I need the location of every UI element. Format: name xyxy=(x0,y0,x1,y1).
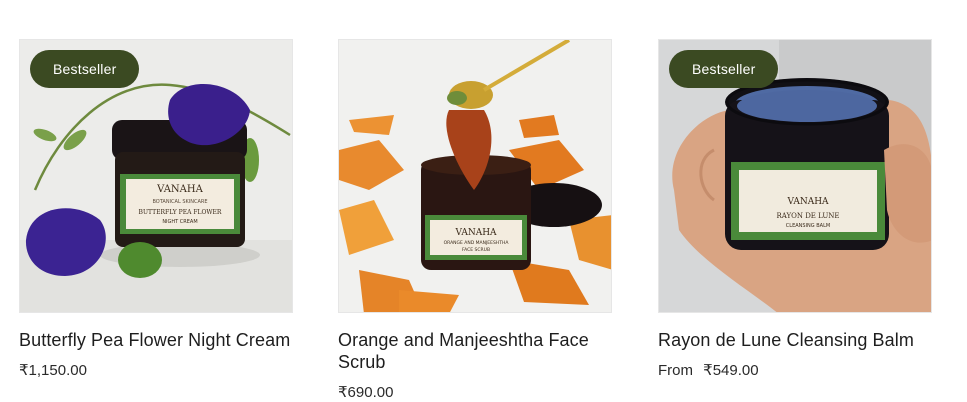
label-line-text: FACE SCRUB xyxy=(462,247,490,253)
product-price: From ₹549.00 xyxy=(658,361,932,381)
price-value: ₹690.00 xyxy=(338,384,394,401)
product-card[interactable]: VANAHA ORANGE AND MANJEESHTHA FACE SCRUB… xyxy=(338,39,612,402)
product-price: ₹690.00 xyxy=(338,383,612,402)
product-price: ₹1,150.00 xyxy=(19,361,293,381)
label-brand-text: VANAHA xyxy=(454,228,497,238)
product-image[interactable]: VANAHA ORANGE AND MANJEESHTHA FACE SCRUB xyxy=(338,39,612,313)
price-value: ₹1,150.00 xyxy=(19,362,87,379)
product-title[interactable]: Rayon de Lune Cleansing Balm xyxy=(658,329,932,351)
label-line-text: ORANGE AND MANJEESHTHA xyxy=(444,240,510,246)
label-brand-text: VANAHA xyxy=(786,197,829,207)
price-prefix: From xyxy=(658,362,693,379)
product-grid: VANAHA BOTANICAL SKINCARE BUTTERFLY PEA … xyxy=(0,0,967,402)
bestseller-badge: Bestseller xyxy=(30,50,140,88)
product-image[interactable]: VANAHA RAYON DE LUNE CLEANSING BALM Best… xyxy=(658,39,932,313)
product-title[interactable]: Orange and Manjeeshtha Face Scrub xyxy=(338,329,612,373)
bestseller-badge: Bestseller xyxy=(669,50,779,88)
product-card[interactable]: VANAHA BOTANICAL SKINCARE BUTTERFLY PEA … xyxy=(19,39,293,381)
label-line-text: RAYON DE LUNE xyxy=(776,212,839,220)
label-line-text: BUTTERFLY PEA FLOWER xyxy=(139,209,222,216)
label-brand-text: VANAHA xyxy=(156,184,203,195)
label-line-text: CLEANSING BALM xyxy=(786,223,830,229)
product-card[interactable]: VANAHA RAYON DE LUNE CLEANSING BALM Best… xyxy=(658,39,932,381)
face-scrub-jar-photo: VANAHA ORANGE AND MANJEESHTHA FACE SCRUB xyxy=(339,40,611,312)
product-image[interactable]: VANAHA BOTANICAL SKINCARE BUTTERFLY PEA … xyxy=(19,39,293,313)
label-line-text: NIGHT CREAM xyxy=(162,219,197,225)
label-line-text: BOTANICAL SKINCARE xyxy=(152,199,207,205)
product-title[interactable]: Butterfly Pea Flower Night Cream xyxy=(19,329,293,351)
price-value: ₹549.00 xyxy=(703,362,759,379)
